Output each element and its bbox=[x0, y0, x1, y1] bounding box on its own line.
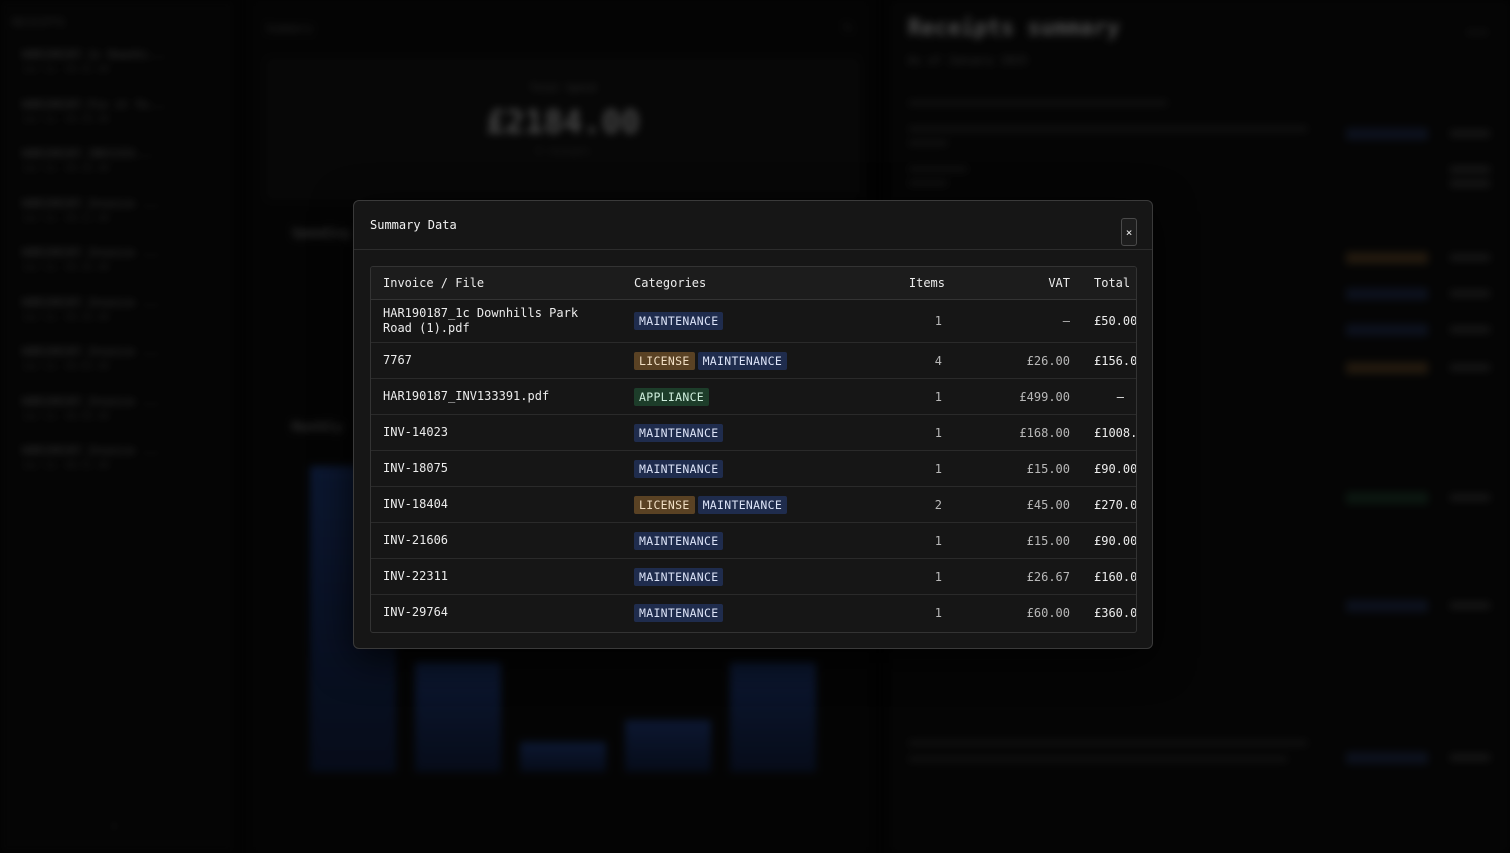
cell-vat: £60.00 bbox=[954, 594, 1082, 630]
cell-categories: MAINTENANCE bbox=[622, 558, 873, 595]
cell-categories: LICENSE MAINTENANCE bbox=[622, 486, 873, 523]
table-row[interactable]: 7767LICENSEMAINTENANCE4£26.00£156.00 bbox=[371, 342, 1136, 379]
table-row[interactable]: HAR190187_1c Downhills Park Road (1).pdf… bbox=[371, 299, 1136, 343]
cell-total: £160.00 bbox=[1082, 558, 1136, 595]
table-row[interactable]: INV-14023 MAINTENANCE 1£168.00£1008.00 bbox=[371, 414, 1136, 451]
category-tag-license: LICENSE bbox=[634, 351, 695, 370]
cell-categories: MAINTENANCE bbox=[622, 594, 873, 630]
cell-total: £270.00 bbox=[1082, 486, 1136, 523]
modal-title: Summary Data bbox=[370, 218, 457, 232]
table-row[interactable]: INV-29764 MAINTENANCE 1£60.00£360.00 bbox=[371, 594, 1136, 630]
column-header-items: Items bbox=[873, 267, 954, 300]
cell-vat: £499.00 bbox=[954, 378, 1082, 415]
category-tag-maintenance: MAINTENANCE bbox=[634, 531, 724, 550]
cell-categories: MAINTENANCE bbox=[622, 522, 873, 559]
table-row[interactable]: INV-21606 MAINTENANCE 1 £15.00 £90.00 bbox=[371, 522, 1136, 559]
cell-file: 7767 bbox=[371, 342, 622, 379]
cell-total: £360.00 bbox=[1082, 594, 1136, 630]
file-name: INV-18404 bbox=[383, 497, 449, 511]
cell-items: 1 bbox=[873, 594, 954, 630]
column-header-total: Total bbox=[1082, 267, 1136, 300]
cell-vat: £15.00 bbox=[954, 450, 1082, 487]
close-button[interactable]: × bbox=[1121, 218, 1137, 246]
modal-header: Summary Data × bbox=[354, 201, 1152, 250]
category-tag-maintenance: MAINTENANCE bbox=[697, 351, 788, 370]
cell-file: INV-29764 bbox=[371, 594, 622, 630]
cell-categories: MAINTENANCE bbox=[622, 450, 873, 487]
cell-vat: £26.00 bbox=[954, 342, 1082, 379]
column-header-file: Invoice / File bbox=[371, 267, 622, 300]
file-name: HAR190187_1c Downhills Park Road (1).pdf bbox=[383, 306, 579, 335]
table-row[interactable]: HAR190187_INV133391.pdf APPLIANCE 1 £499.00… bbox=[371, 378, 1136, 415]
file-name: 7767 bbox=[383, 353, 412, 367]
cell-file: INV-22311 bbox=[371, 558, 622, 595]
cell-total: £90.00 bbox=[1082, 450, 1136, 487]
cell-total: £50.00 bbox=[1082, 299, 1136, 343]
cell-file: INV-18404 bbox=[371, 486, 622, 523]
cell-vat: £26.67 bbox=[954, 558, 1082, 595]
cell-items: 1 bbox=[873, 378, 954, 415]
cell-file: HAR190187_1c Downhills Park Road (1).pdf bbox=[371, 299, 622, 343]
file-name: INV-22311 bbox=[383, 569, 449, 583]
cell-file: INV-21606 bbox=[371, 522, 622, 559]
category-tag-maintenance: MAINTENANCE bbox=[634, 459, 724, 478]
file-name: INV-18075 bbox=[383, 461, 449, 475]
cell-total: – bbox=[1082, 378, 1136, 415]
file-name: INV-14023 bbox=[383, 425, 449, 439]
file-name: INV-21606 bbox=[383, 533, 449, 547]
cell-vat: £45.00 bbox=[954, 486, 1082, 523]
cell-file: HAR190187_INV133391.pdf bbox=[371, 378, 622, 415]
cell-items: 4 bbox=[873, 342, 954, 379]
cell-total: £1008.00 bbox=[1082, 414, 1136, 451]
table-row[interactable]: INV-22311 MAINTENANCE 1£26.67£160.00 bbox=[371, 558, 1136, 595]
category-tag-appliance: APPLIANCE bbox=[634, 387, 710, 406]
cell-categories: MAINTENANCE bbox=[622, 299, 873, 343]
cell-items: 1 bbox=[873, 299, 954, 343]
category-tag-maintenance: MAINTENANCE bbox=[697, 495, 788, 514]
cell-categories: APPLIANCE bbox=[622, 378, 873, 415]
category-tag-license: LICENSE bbox=[634, 495, 695, 514]
category-tag-maintenance: MAINTENANCE bbox=[634, 603, 724, 622]
cell-total: £156.00 bbox=[1082, 342, 1136, 379]
column-header-categories: Categories bbox=[622, 267, 873, 300]
summary-data-modal: Summary Data × Invoice / File Categories… bbox=[353, 200, 1153, 649]
cell-file: INV-14023 bbox=[371, 414, 622, 451]
cell-vat: £168.00 bbox=[954, 414, 1082, 451]
cell-items: 1 bbox=[873, 414, 954, 451]
category-tag-maintenance: MAINTENANCE bbox=[634, 567, 724, 586]
cell-vat: – bbox=[954, 299, 1082, 343]
category-tag-maintenance: MAINTENANCE bbox=[634, 423, 724, 442]
cell-vat: £15.00 bbox=[954, 522, 1082, 559]
column-header-vat: VAT bbox=[954, 267, 1082, 300]
cell-file: INV-18075 bbox=[371, 450, 622, 487]
cell-items: 2 bbox=[873, 486, 954, 523]
cell-categories: MAINTENANCE bbox=[622, 414, 873, 451]
table-row[interactable]: INV-18404 LICENSE MAINTENANCE 2 £45.00 £270.0… bbox=[371, 486, 1136, 523]
file-name: INV-29764 bbox=[383, 605, 449, 619]
table-header-row: Invoice / File Categories Items VAT Tota… bbox=[371, 267, 1136, 300]
cell-items: 1 bbox=[873, 522, 954, 559]
category-tag-maintenance: MAINTENANCE bbox=[634, 312, 724, 330]
cell-categories: LICENSE MAINTENANCE bbox=[622, 342, 873, 379]
table-row[interactable]: INV-18075 MAINTENANCE 1 £15.00 £90.00 bbox=[371, 450, 1136, 487]
file-name: HAR190187_INV133391.pdf bbox=[383, 389, 550, 403]
cell-total: £90.00 bbox=[1082, 522, 1136, 559]
cell-items: 1 bbox=[873, 558, 954, 595]
cell-items: 1 bbox=[873, 450, 954, 487]
summary-table: Invoice / File Categories Items VAT Tota… bbox=[370, 266, 1137, 633]
close-icon: × bbox=[1125, 225, 1133, 239]
